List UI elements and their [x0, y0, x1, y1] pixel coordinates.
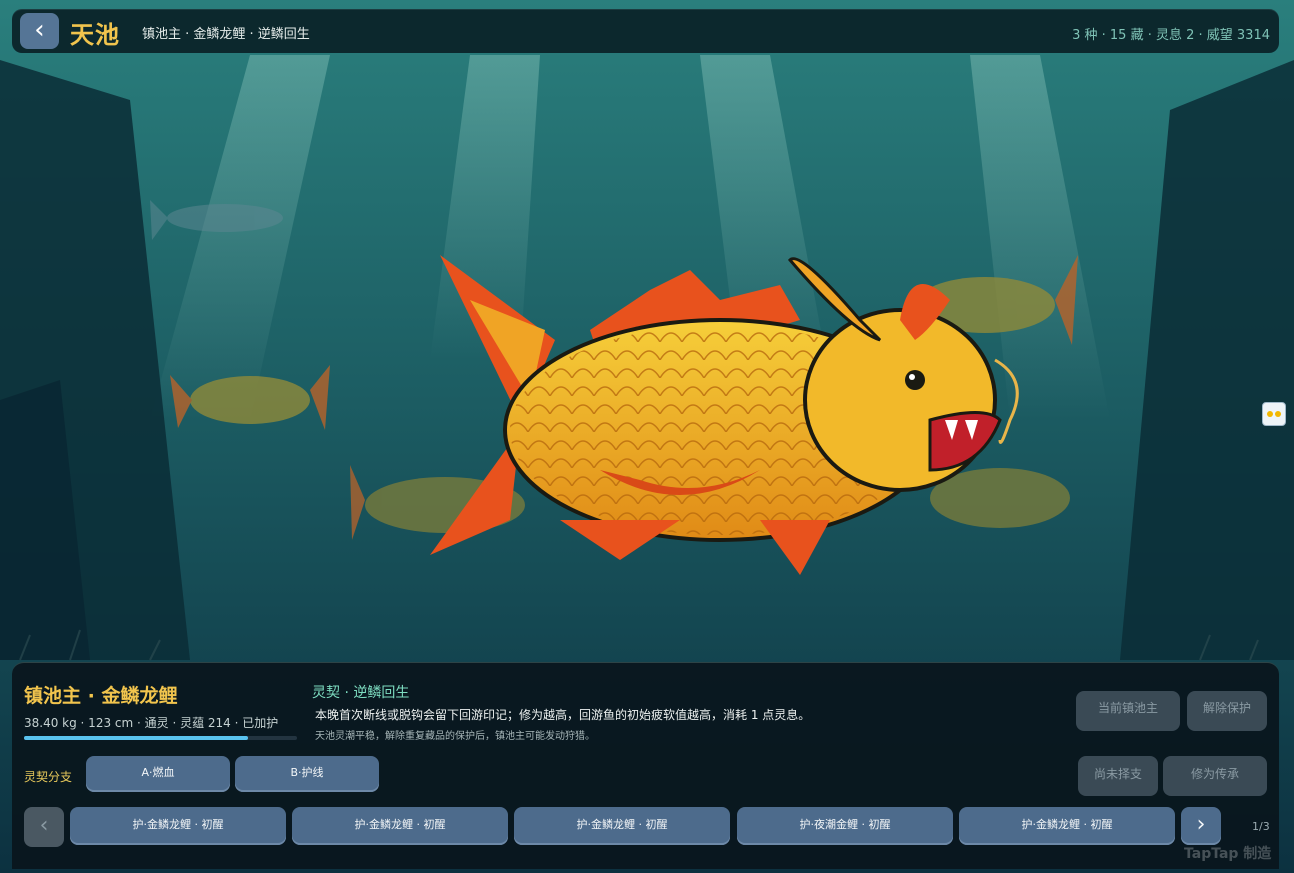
pact-title: 灵契 · 逆鳞回生 [312, 685, 410, 701]
carousel-item[interactable]: 护·金鳞龙鲤 · 初醒 [959, 807, 1175, 845]
pact-note: 天池灵潮平稳，解除重复藏品的保护后，镇池主可能发动狩猎。 [315, 731, 595, 742]
branch-a-button[interactable]: A·燃血 [86, 756, 230, 792]
back-button[interactable]: ‹ [20, 13, 59, 49]
branch-b-button[interactable]: B·护线 [235, 756, 379, 792]
carousel-next-button[interactable]: › [1181, 807, 1221, 845]
side-assistant-icon[interactable] [1262, 402, 1286, 426]
branch-status-button[interactable]: 尚未择支 [1078, 756, 1158, 796]
fish-info-panel: 镇池主 · 金鳞龙鲤 38.40 kg · 123 cm · 通灵 · 灵蕴 2… [12, 662, 1279, 869]
pond-title: 天池 [70, 21, 120, 49]
carousel-prev-button[interactable]: ‹ [24, 807, 64, 847]
resource-stats: 3 种 · 15 藏 · 灵息 2 · 威望 3314 [1072, 28, 1270, 43]
carousel-item[interactable]: 护·金鳞龙鲤 · 初醒 [70, 807, 286, 845]
carousel-item[interactable]: 护·金鳞龙鲤 · 初醒 [514, 807, 730, 845]
pond-subtitle: 镇池主 · 金鳞龙鲤 · 逆鳞回生 [142, 27, 310, 42]
cultivation-progress-bar [24, 736, 297, 740]
branch-label: 灵契分支 [24, 770, 73, 784]
carousel-item[interactable]: 护·夜潮金鲤 · 初醒 [737, 807, 953, 845]
page-indicator: 1/3 [1252, 820, 1270, 833]
carousel-item[interactable]: 护·金鳞龙鲤 · 初醒 [292, 807, 508, 845]
cultivation-progress-fill [24, 736, 248, 740]
current-master-button[interactable]: 当前镇池主 [1076, 691, 1180, 731]
remove-protection-button[interactable]: 解除保护 [1187, 691, 1267, 731]
pact-description: 本晚首次断线或脱钩会留下回游印记；修为越高，回游鱼的初始疲软值越高，消耗 1 点… [315, 708, 811, 722]
top-bar: ‹ 天池 镇池主 · 金鳞龙鲤 · 逆鳞回生 3 种 · 15 藏 · 灵息 2… [12, 9, 1279, 53]
watermark: TapTap 制造 [1184, 846, 1272, 862]
fish-meta: 38.40 kg · 123 cm · 通灵 · 灵蕴 214 · 已加护 [24, 716, 279, 730]
cultivate-button[interactable]: 修为传承 [1163, 756, 1267, 796]
fish-name: 镇池主 · 金鳞龙鲤 [24, 685, 178, 707]
